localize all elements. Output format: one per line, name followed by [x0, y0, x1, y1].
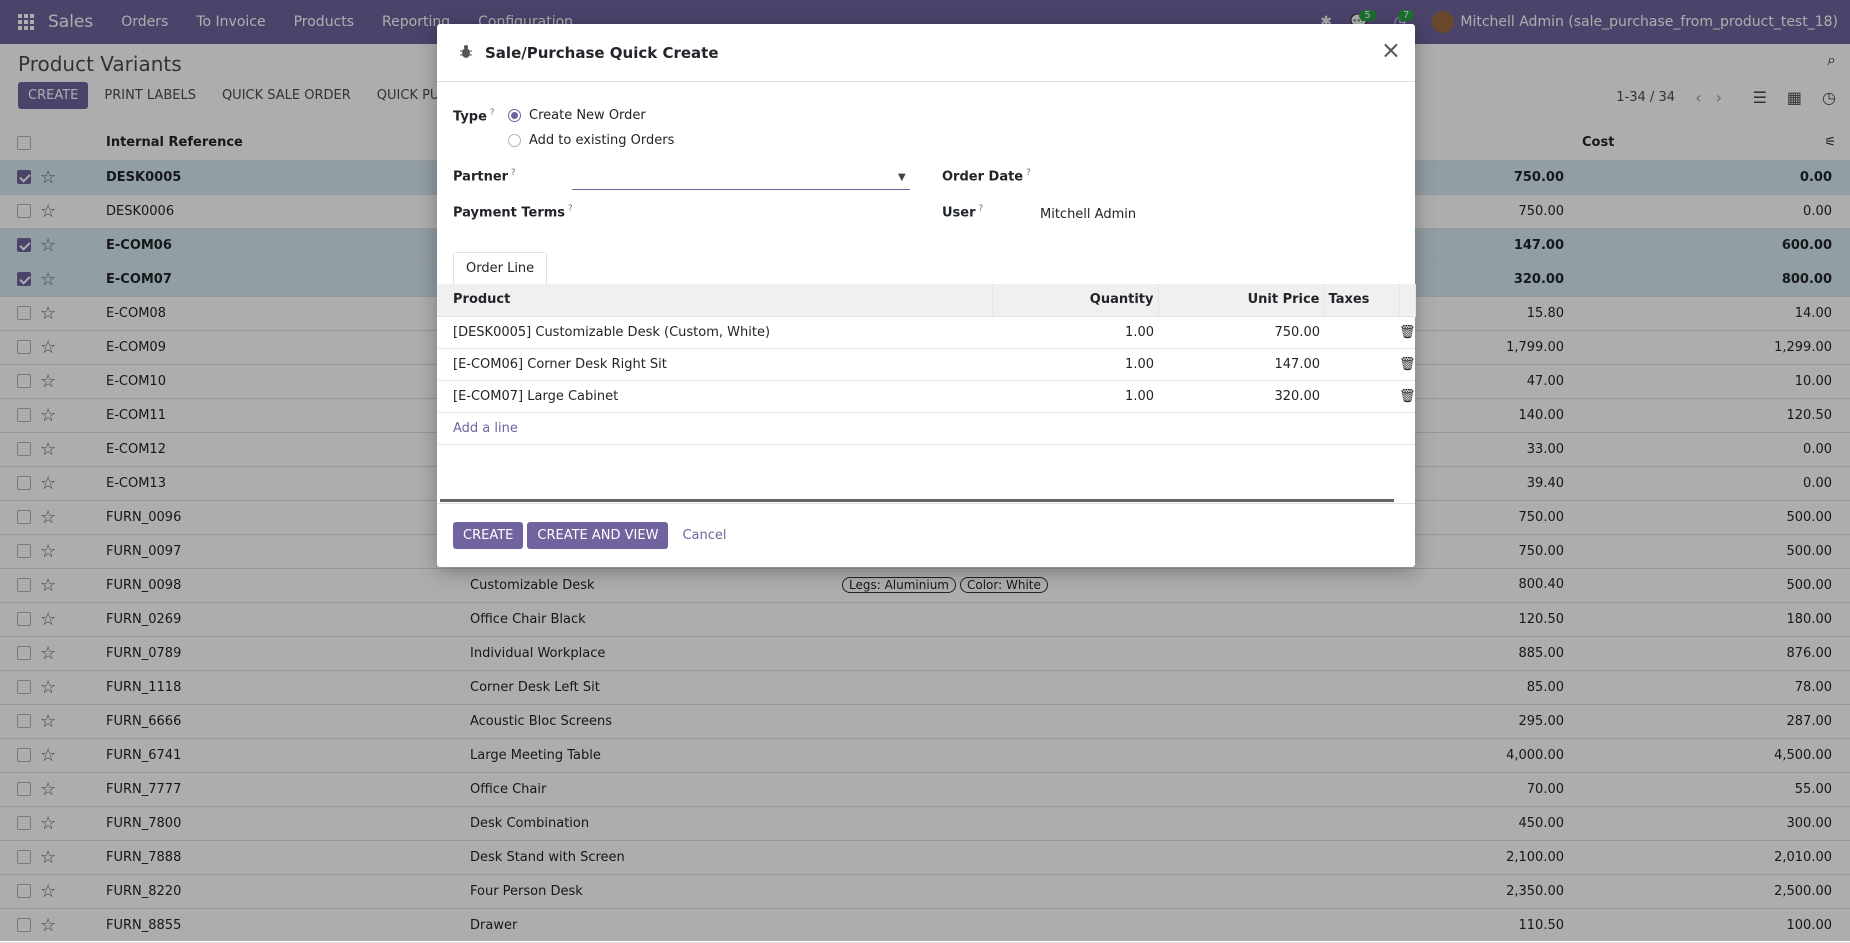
line-product[interactable]: [E-COM07] Large Cabinet: [437, 380, 992, 413]
add-line-link[interactable]: Add a line: [453, 421, 518, 436]
line-taxes[interactable]: [1324, 380, 1399, 413]
line-product[interactable]: [E-COM06] Corner Desk Right Sit: [437, 348, 992, 381]
line-product[interactable]: [DESK0005] Customizable Desk (Custom, Wh…: [437, 316, 992, 349]
bug-icon: [460, 45, 472, 58]
col-unit-price[interactable]: Unit Price: [1158, 284, 1325, 317]
order-line-row[interactable]: [E-COM06] Corner Desk Right Sit 1.00 147.0…: [437, 348, 1416, 381]
radio-add-to-existing-dot[interactable]: [508, 134, 521, 147]
user-value[interactable]: Mitchell Admin: [1040, 207, 1136, 222]
dialog-header: Sale/Purchase Quick Create ×: [437, 24, 1415, 82]
trash-icon[interactable]: 🗑: [1399, 380, 1416, 413]
close-icon[interactable]: ×: [1381, 38, 1401, 62]
line-taxes[interactable]: [1324, 316, 1399, 349]
col-product[interactable]: Product: [437, 284, 993, 317]
line-quantity[interactable]: 1.00: [992, 316, 1158, 349]
line-taxes[interactable]: [1324, 348, 1399, 381]
order-line-row[interactable]: [E-COM07] Large Cabinet 1.00 320.00 🗑: [437, 380, 1416, 413]
order-date-label: Order Date ?: [942, 168, 1031, 185]
trash-icon[interactable]: 🗑: [1399, 348, 1416, 381]
horizontal-scrollbar[interactable]: [440, 499, 1394, 502]
payment-terms-label: Payment Terms ?: [453, 204, 573, 221]
order-line-header: Product Quantity Unit Price Taxes: [437, 284, 1416, 317]
order-line-row[interactable]: [DESK0005] Customizable Desk (Custom, Wh…: [437, 316, 1416, 349]
line-unit-price[interactable]: 750.00: [1158, 316, 1324, 349]
add-line-row: Add a line: [437, 412, 1415, 445]
line-unit-price[interactable]: 320.00: [1158, 380, 1324, 413]
col-taxes[interactable]: Taxes: [1324, 284, 1400, 317]
radio-add-to-existing[interactable]: Add to existing Orders: [508, 133, 674, 148]
col-quantity[interactable]: Quantity: [992, 284, 1159, 317]
user-label: User ?: [942, 204, 984, 221]
cancel-button[interactable]: Cancel: [672, 522, 736, 549]
partner-label: Partner ?: [453, 168, 516, 185]
trash-icon[interactable]: 🗑: [1399, 316, 1416, 349]
create-and-view-button[interactable]: CREATE AND VIEW: [527, 522, 669, 549]
dialog-footer: [437, 503, 1415, 504]
line-quantity[interactable]: 1.00: [992, 348, 1158, 381]
order-lines: Product Quantity Unit Price Taxes [DESK0…: [437, 284, 1416, 445]
radio-create-new-order[interactable]: Create New Order: [508, 108, 646, 123]
radio-create-new-order-dot[interactable]: [508, 109, 521, 122]
line-unit-price[interactable]: 147.00: [1158, 348, 1324, 381]
chevron-down-icon[interactable]: ▼: [898, 172, 906, 183]
dialog-title: Sale/Purchase Quick Create: [485, 44, 719, 62]
dialog-create-button[interactable]: CREATE: [453, 522, 524, 549]
line-quantity[interactable]: 1.00: [992, 380, 1158, 413]
tab-order-line[interactable]: Order Line: [453, 252, 548, 285]
partner-input[interactable]: [572, 170, 910, 190]
type-label: Type ?: [453, 108, 495, 125]
